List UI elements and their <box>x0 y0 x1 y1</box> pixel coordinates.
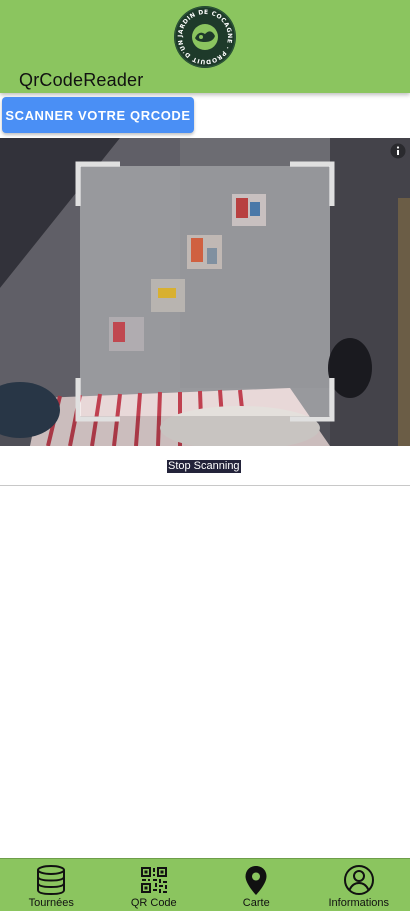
nav-label-qr-code: QR Code <box>130 897 177 909</box>
map-pin-icon <box>245 866 267 895</box>
scan-qrcode-button[interactable]: SCANNER VOTRE QRCODE <box>2 97 194 133</box>
nav-item-carte[interactable]: Carte <box>205 859 308 911</box>
stop-scanning-button[interactable]: Stop Scanning <box>167 460 241 473</box>
app-root: JARDIN DE COCAGNE · PRODUIT D'UN QrCodeR… <box>0 0 410 911</box>
nav-item-qr-code[interactable]: QR Code <box>103 859 206 911</box>
app-title: QrCodeReader <box>19 70 144 90</box>
nav-label-tournees: Tournées <box>28 897 74 909</box>
app-header: JARDIN DE COCAGNE · PRODUIT D'UN QrCodeR… <box>0 0 410 93</box>
nav-item-informations[interactable]: Informations <box>308 859 410 911</box>
user-circle-icon <box>343 865 374 895</box>
database-icon <box>37 865 66 896</box>
nav-label-informations: Informations <box>328 897 390 909</box>
camera-feed <box>0 138 410 446</box>
info-icon[interactable] <box>390 143 406 159</box>
nav-label-carte: Carte <box>242 897 270 909</box>
qr-code-icon <box>140 867 167 893</box>
nav-item-tournees[interactable]: Tournées <box>0 859 103 911</box>
camera-viewfinder <box>0 138 410 446</box>
bottom-navigation: Tournées QR Code Carte Informations <box>0 858 410 911</box>
scanner-controls: Stop Scanning <box>0 446 410 486</box>
logo: JARDIN DE COCAGNE · PRODUIT D'UN <box>174 6 236 68</box>
